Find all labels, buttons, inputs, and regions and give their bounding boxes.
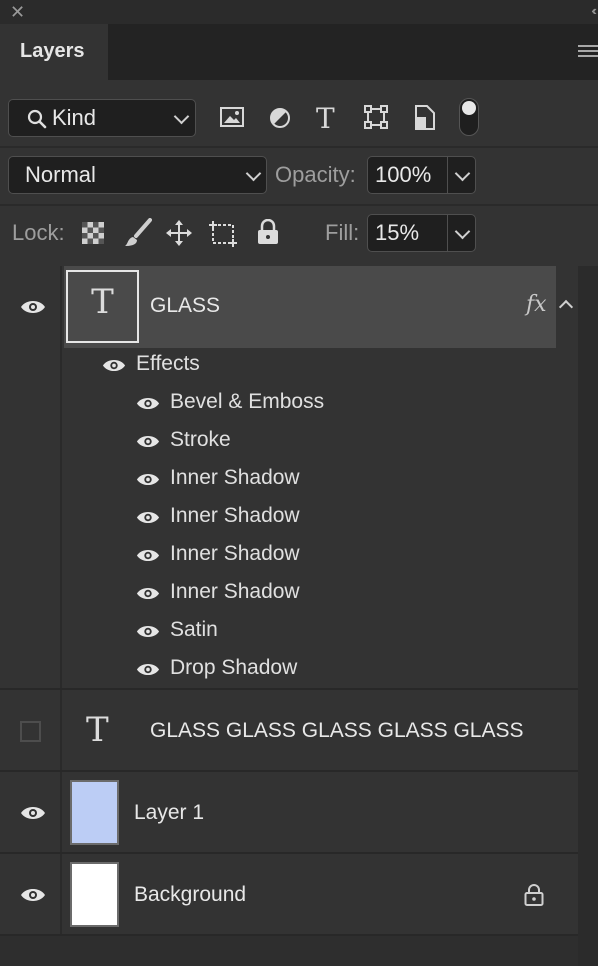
kind-label: Kind xyxy=(52,105,97,130)
pixel-layer-filter-icon[interactable] xyxy=(220,106,244,128)
effect-item[interactable]: Satin xyxy=(170,618,218,642)
type-layer-filter-icon[interactable]: T xyxy=(316,102,335,135)
chevron-down-icon xyxy=(245,165,262,182)
close-icon[interactable]: ✕ xyxy=(10,2,25,22)
chevron-down-icon[interactable] xyxy=(454,165,471,182)
eye-icon[interactable] xyxy=(136,624,160,639)
eye-icon[interactable] xyxy=(136,586,160,601)
visibility-toggle-off[interactable] xyxy=(20,721,41,742)
text-layer-icon[interactable]: T xyxy=(86,710,109,750)
eye-icon[interactable] xyxy=(136,396,160,411)
fill-value[interactable]: 15% xyxy=(375,215,419,251)
lock-artboard-icon[interactable] xyxy=(209,219,239,247)
lock-icon[interactable] xyxy=(524,883,544,907)
effect-item[interactable]: Stroke xyxy=(170,428,231,452)
blend-mode-value: Normal xyxy=(25,162,96,187)
tab-bar: Layers xyxy=(0,24,598,80)
shape-layer-filter-icon[interactable] xyxy=(364,105,388,129)
eye-icon[interactable] xyxy=(102,358,126,373)
effect-item[interactable]: Inner Shadow xyxy=(170,542,300,566)
eye-icon[interactable] xyxy=(136,548,160,563)
effect-item[interactable]: Inner Shadow xyxy=(170,504,300,528)
layer-name[interactable]: GLASS GLASS GLASS GLASS GLASS xyxy=(150,719,524,743)
eye-icon[interactable] xyxy=(136,434,160,449)
smart-object-filter-icon[interactable] xyxy=(414,105,436,131)
adjustment-layer-filter-icon[interactable] xyxy=(268,106,292,130)
chevron-up-icon[interactable] xyxy=(558,299,574,315)
eye-icon[interactable] xyxy=(136,472,160,487)
divider xyxy=(0,146,598,148)
chevron-down-icon xyxy=(173,108,190,125)
text-layer-icon: T xyxy=(91,282,114,322)
eye-icon[interactable] xyxy=(136,510,160,525)
divider xyxy=(0,204,598,206)
collapse-icon[interactable]: ‹‹ xyxy=(591,3,596,18)
layer-name[interactable]: Background xyxy=(134,883,246,907)
layer-row-glass-repeat[interactable]: T GLASS GLASS GLASS GLASS GLASS xyxy=(0,690,578,772)
lock-image-pixels-brush-icon[interactable] xyxy=(124,218,152,248)
lock-label: Lock: xyxy=(12,220,65,245)
filter-toggle-switch[interactable] xyxy=(459,98,479,136)
blend-mode-dropdown[interactable]: Normal xyxy=(8,156,267,194)
effect-item[interactable]: Inner Shadow xyxy=(170,580,300,604)
kind-filter-dropdown[interactable]: Kind xyxy=(8,99,196,137)
layer-row-background[interactable]: Background xyxy=(0,854,578,936)
effect-item[interactable]: Drop Shadow xyxy=(170,656,297,680)
lock-all-icon[interactable] xyxy=(257,219,279,245)
chevron-down-icon[interactable] xyxy=(454,223,471,240)
layer-thumbnail[interactable] xyxy=(70,780,119,845)
eye-icon[interactable] xyxy=(20,805,46,821)
layer-name[interactable]: GLASS xyxy=(150,294,220,318)
eye-icon[interactable] xyxy=(20,887,46,903)
lock-transparent-pixels-icon[interactable] xyxy=(82,222,104,244)
lock-position-move-icon[interactable] xyxy=(166,220,192,246)
opacity-value[interactable]: 100% xyxy=(375,157,431,193)
layer-name[interactable]: Layer 1 xyxy=(134,801,204,825)
layer-thumbnail-text[interactable]: T xyxy=(66,270,139,343)
visibility-column xyxy=(0,266,62,688)
eye-icon[interactable] xyxy=(136,662,160,677)
layer-thumbnail[interactable] xyxy=(70,862,119,927)
fill-field[interactable]: 15% xyxy=(367,214,476,252)
layer-row-glass[interactable]: T GLASS fx Effects Bevel & Emboss Stroke… xyxy=(0,266,578,690)
fx-icon[interactable]: fx xyxy=(526,292,547,317)
scrollbar[interactable] xyxy=(578,266,598,966)
tab-layers[interactable]: Layers xyxy=(0,24,108,80)
search-icon xyxy=(27,109,47,129)
opacity-field[interactable]: 100% xyxy=(367,156,476,194)
layer-row-layer-1[interactable]: Layer 1 xyxy=(0,772,578,854)
panel-menu-icon[interactable] xyxy=(578,45,598,59)
panel-topbar: ✕ ‹‹ xyxy=(0,0,598,24)
effects-label[interactable]: Effects xyxy=(136,352,200,376)
opacity-label: Opacity: xyxy=(275,162,356,187)
effect-item[interactable]: Inner Shadow xyxy=(170,466,300,490)
eye-icon[interactable] xyxy=(20,299,46,315)
effect-item[interactable]: Bevel & Emboss xyxy=(170,390,324,414)
fill-label: Fill: xyxy=(325,220,360,245)
